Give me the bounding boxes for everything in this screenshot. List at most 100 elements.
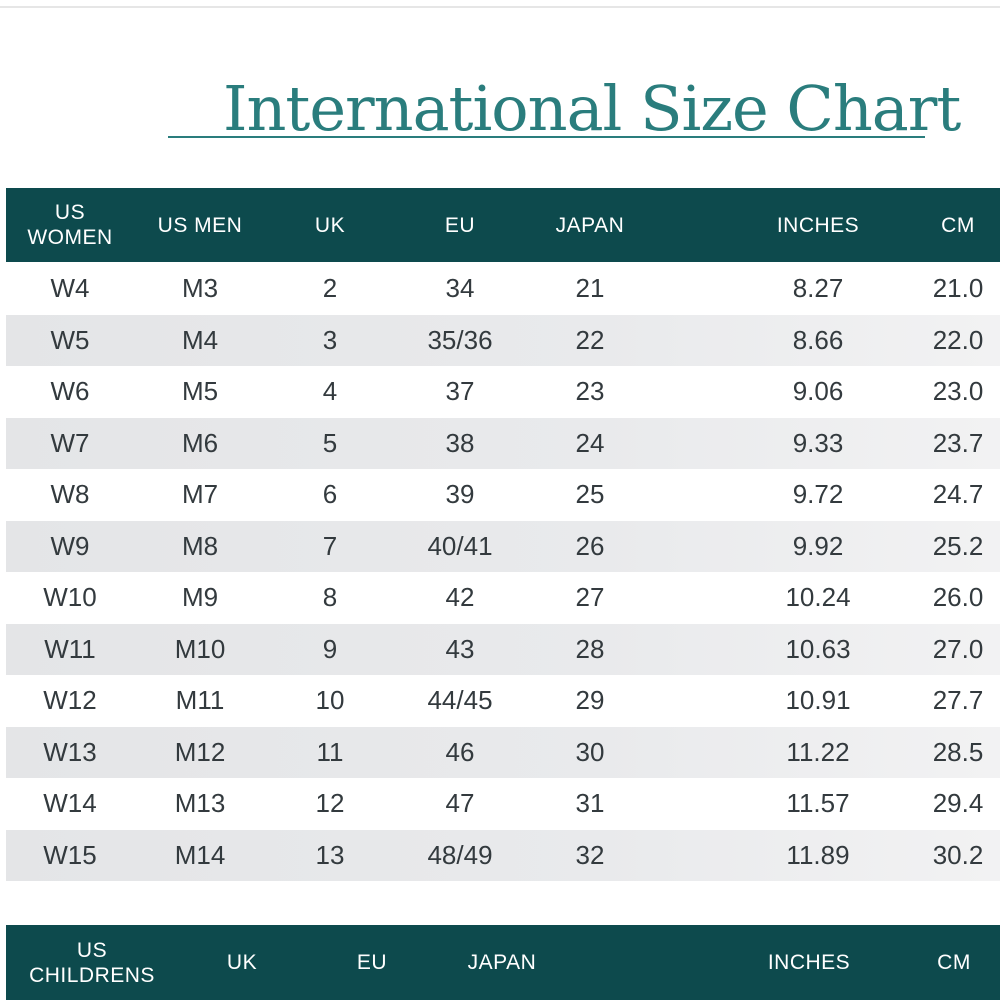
cell-inches: 8.66 — [792, 324, 844, 355]
adult-table-header: US WOMEN US MEN UK EU JAPAN INCHES CM — [6, 188, 1000, 262]
cell-cm: 23.7 — [932, 427, 984, 458]
cell-inches: 11.57 — [786, 788, 850, 819]
cell-inches: 10.91 — [785, 685, 851, 716]
cell-uk: 9 — [322, 633, 338, 664]
table-row: W11 M10 9 43 28 10.63 27.0 — [6, 623, 1000, 675]
table-row: W14 M13 12 47 31 11.57 29.4 — [6, 778, 1000, 830]
cell-uk: 13 — [315, 839, 345, 870]
cell-us-men: M8 — [181, 530, 219, 561]
cell-eu: 48/49 — [427, 839, 493, 870]
cell-eu: 38 — [445, 427, 475, 458]
cell-uk: 3 — [322, 324, 338, 355]
cell-us-women: W12 — [43, 685, 97, 716]
cell-eu: 39 — [445, 479, 475, 510]
col-header-us-men: US MEN — [157, 213, 243, 237]
cell-cm: 24.7 — [932, 479, 984, 510]
cell-us-women: W4 — [50, 273, 90, 304]
cell-cm: 25.2 — [932, 530, 984, 561]
cell-cm: 22.0 — [932, 324, 984, 355]
cell-us-women: W8 — [50, 479, 90, 510]
cell-eu: 42 — [445, 582, 475, 613]
title-underline — [168, 136, 925, 138]
cell-uk: 11 — [316, 736, 344, 767]
cell-inches: 9.06 — [792, 376, 844, 407]
table-row: W15 M14 13 48/49 32 11.89 30.2 — [6, 829, 1000, 881]
cell-us-women: W6 — [50, 376, 90, 407]
cell-japan: 28 — [575, 633, 605, 664]
cell-cm: 27.0 — [932, 633, 984, 664]
cell-inches: 8.27 — [792, 273, 844, 304]
cell-cm: 27.7 — [932, 685, 984, 716]
col-header-japan: JAPAN — [555, 213, 625, 237]
cell-japan: 29 — [575, 685, 605, 716]
cell-japan: 24 — [575, 427, 605, 458]
cell-japan: 26 — [575, 530, 605, 561]
cell-us-women: W15 — [43, 839, 97, 870]
cell-eu: 37 — [445, 376, 475, 407]
cell-cm: 26.0 — [932, 582, 984, 613]
cell-us-men: M4 — [181, 324, 219, 355]
cell-inches: 11.22 — [786, 736, 850, 767]
cell-us-women: W5 — [50, 324, 90, 355]
col-header-us-childrens: US CHILDRENS — [29, 938, 155, 987]
cell-eu: 46 — [445, 736, 475, 767]
col-header-cm: CM — [937, 951, 971, 974]
cell-japan: 22 — [575, 324, 605, 355]
cell-eu: 40/41 — [427, 530, 493, 561]
cell-eu: 43 — [445, 633, 475, 664]
col-header-us-women: US WOMEN — [27, 201, 113, 249]
cell-us-men: M3 — [181, 273, 219, 304]
cell-japan: 27 — [575, 582, 605, 613]
col-header-inches: INCHES — [776, 213, 860, 237]
cell-us-men: M12 — [174, 736, 226, 767]
cell-us-women: W13 — [43, 736, 97, 767]
cell-japan: 23 — [575, 376, 605, 407]
table-row: W13 M12 11 46 30 11.22 28.5 — [6, 726, 1000, 778]
cell-us-men: M11 — [175, 685, 225, 716]
cell-uk: 5 — [322, 427, 338, 458]
cell-eu: 34 — [445, 273, 475, 304]
col-header-uk: UK — [226, 951, 258, 974]
cell-japan: 25 — [575, 479, 605, 510]
table-row: W4 M3 2 34 21 8.27 21.0 — [6, 263, 1000, 315]
cell-uk: 4 — [322, 376, 338, 407]
cell-us-women: W9 — [50, 530, 90, 561]
col-header-inches: INCHES — [767, 951, 851, 974]
cell-us-men: M10 — [174, 633, 226, 664]
table-row: W12 M11 10 44/45 29 10.91 27.7 — [6, 675, 1000, 727]
cell-us-men: M5 — [181, 376, 219, 407]
cell-us-men: M9 — [181, 582, 219, 613]
cell-uk: 2 — [322, 273, 338, 304]
cell-us-men: M14 — [174, 839, 226, 870]
cell-cm: 30.2 — [932, 839, 984, 870]
cell-cm: 29.4 — [932, 788, 984, 819]
adult-table-body: W4 M3 2 34 21 8.27 21.0 W5 M4 3 35/36 22 8.66 22.0 W6 M… — [6, 263, 1000, 881]
table-row: W5 M4 3 35/36 22 8.66 22.0 — [6, 314, 1000, 366]
title-block: International Size Chart — [168, 70, 961, 140]
childrens-table-header: US CHILDRENS UK EU JAPAN INCHES CM — [6, 925, 1000, 1000]
cell-us-men: M13 — [174, 788, 226, 819]
table-row: W6 M5 4 37 23 9.06 23.0 — [6, 366, 1000, 418]
col-header-japan: JAPAN — [467, 951, 537, 974]
col-header-uk: UK — [314, 213, 346, 237]
cell-us-women: W10 — [43, 582, 97, 613]
cell-inches: 9.33 — [792, 427, 844, 458]
cell-japan: 32 — [575, 839, 605, 870]
col-header-cm: CM — [941, 213, 975, 237]
page-title: International Size Chart — [223, 72, 961, 145]
cell-us-women: W7 — [50, 427, 90, 458]
cell-inches: 10.24 — [785, 582, 851, 613]
cell-eu: 44/45 — [427, 685, 493, 716]
cell-cm: 28.5 — [932, 736, 984, 767]
cell-eu: 47 — [445, 788, 475, 819]
table-row: W8 M7 6 39 25 9.72 24.7 — [6, 469, 1000, 521]
cell-inches: 10.63 — [785, 633, 851, 664]
cell-japan: 30 — [575, 736, 605, 767]
cell-cm: 21.0 — [932, 273, 984, 304]
cell-cm: 23.0 — [932, 376, 984, 407]
cell-us-men: M7 — [181, 479, 219, 510]
table-row: W10 M9 8 42 27 10.24 26.0 — [6, 572, 1000, 624]
col-header-eu: EU — [356, 951, 388, 974]
cell-us-women: W11 — [44, 633, 96, 664]
cell-uk: 12 — [315, 788, 345, 819]
